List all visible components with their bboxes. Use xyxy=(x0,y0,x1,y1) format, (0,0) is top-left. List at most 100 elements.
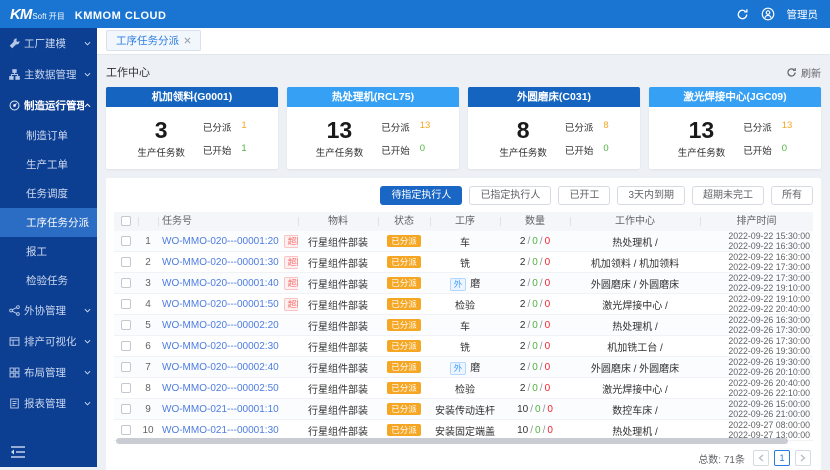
row-checkbox[interactable] xyxy=(121,362,131,372)
tab-close-icon[interactable] xyxy=(184,37,191,44)
qty-total: 10 xyxy=(517,404,528,415)
task-number-link[interactable]: WO-MMO-020---00002:40 xyxy=(162,362,279,373)
row-checkbox[interactable] xyxy=(121,299,131,309)
row-checkbox[interactable] xyxy=(121,257,131,267)
task-number-link[interactable]: WO-MMO-020---00001:50 xyxy=(162,299,279,310)
status-badge: 已分派 xyxy=(387,319,421,331)
sidebar-group-4[interactable]: 排产可视化 xyxy=(0,326,97,357)
schedule-time-cell: 2022-09-22 17:30:002022-09-22 19:10:00 xyxy=(700,273,813,293)
user-avatar-icon[interactable] xyxy=(761,7,775,21)
schedule-end-time: 2022-09-26 22:10:00 xyxy=(700,388,810,398)
workcenter-card[interactable]: 热处理机(RCL75)13生产任务数已分派13已开始0 xyxy=(287,87,459,169)
schedule-end-time: 2022-09-26 19:30:00 xyxy=(700,346,810,356)
workcenter-card-title: 激光焊接中心(JGC09) xyxy=(649,87,821,107)
material-cell: 行星组件部装 xyxy=(298,297,378,312)
workcenter-cell: 激光焊接中心 / xyxy=(570,381,700,396)
table-row[interactable]: 8WO-MMO-020---00002:50行星组件部装已分派检验2/0/0激光… xyxy=(114,378,813,399)
table-row[interactable]: 6WO-MMO-020---00002:30行星组件部装已分派铣2/0/0机加铣… xyxy=(114,336,813,357)
task-number-link[interactable]: WO-MMO-020---00002:50 xyxy=(162,383,279,394)
row-checkbox[interactable] xyxy=(121,236,131,246)
workcenter-card[interactable]: 激光焊接中心(JGC09)13生产任务数已分派13已开始0 xyxy=(649,87,821,169)
table-row[interactable]: 3WO-MMO-020---00001:40超期行星组件部装已分派外磨2/0/0… xyxy=(114,273,813,294)
page-1-button[interactable]: 1 xyxy=(774,450,790,466)
sidebar-group-3[interactable]: 外协管理 xyxy=(0,295,97,326)
column-header-5: 工作中心 xyxy=(570,212,700,231)
task-number-link[interactable]: WO-MMO-020---00001:20 xyxy=(162,236,279,247)
sidebar-group-5[interactable]: 布局管理 xyxy=(0,357,97,388)
select-all-checkbox[interactable] xyxy=(121,216,131,226)
workcenter-card[interactable]: 机加领料(G0001)3生产任务数已分派1已开始1 xyxy=(106,87,278,169)
material-cell: 行星组件部装 xyxy=(298,276,378,291)
filter-button-0[interactable]: 待指定执行人 xyxy=(380,186,462,205)
filter-button-3[interactable]: 3天内到期 xyxy=(617,186,685,205)
qty-done: 0 xyxy=(532,362,538,373)
task-number-link[interactable]: WO-MMO-021---00001:30 xyxy=(162,425,279,436)
table-row[interactable]: 5WO-MMO-020---00002:20行星组件部装已分派车2/0/0热处理… xyxy=(114,315,813,336)
table-row[interactable]: 9WO-MMO-021---00001:10行星组件部装已分派安装传动连杆10/… xyxy=(114,399,813,420)
sidebar-item-2[interactable]: 任务调度 xyxy=(0,179,97,208)
status-badge: 已分派 xyxy=(387,361,421,373)
table-row[interactable]: 2WO-MMO-020---00001:30超期行星组件部装已分派铣2/0/0机… xyxy=(114,252,813,273)
qty-separator: / xyxy=(540,341,543,352)
task-count: 13 xyxy=(316,118,364,142)
qty-scrap: 0 xyxy=(545,320,551,331)
workcenter-cell: 数控车床 / xyxy=(570,402,700,417)
schedule-start-time: 2022-09-26 20:40:00 xyxy=(700,378,810,388)
refresh-icon[interactable] xyxy=(736,8,749,21)
refresh-button[interactable]: 刷新 xyxy=(786,65,821,80)
horizontal-scrollbar[interactable] xyxy=(116,438,788,444)
schedule-time-cell: 2022-09-22 16:30:002022-09-22 17:30:00 xyxy=(700,252,813,272)
row-checkbox[interactable] xyxy=(121,320,131,330)
row-index: 3 xyxy=(138,278,158,289)
chevron-down-icon xyxy=(84,307,91,314)
filter-button-4[interactable]: 超期未完工 xyxy=(692,186,764,205)
table-row[interactable]: 4WO-MMO-020---00001:50超期行星组件部装已分派检验2/0/0… xyxy=(114,294,813,315)
app-logo: KM Soft 开目 KMMOM CLOUD xyxy=(0,6,166,23)
table-row[interactable]: 1WO-MMO-020---00001:20超期行星组件部装已分派车2/0/0热… xyxy=(114,231,813,252)
task-number-link[interactable]: WO-MMO-021---00001:10 xyxy=(162,404,279,415)
filter-button-2[interactable]: 已开工 xyxy=(558,186,610,205)
workcenter-card-title: 热处理机(RCL75) xyxy=(287,87,459,107)
table-row[interactable]: 7WO-MMO-020---00002:40行星组件部装已分派外磨2/0/0外圆… xyxy=(114,357,813,378)
sidebar-group-0[interactable]: 工厂建模 xyxy=(0,28,97,59)
task-number-link[interactable]: WO-MMO-020---00001:40 xyxy=(162,278,279,289)
filter-button-1[interactable]: 已指定执行人 xyxy=(469,186,551,205)
next-page-button[interactable] xyxy=(795,450,811,466)
task-number-link[interactable]: WO-MMO-020---00001:30 xyxy=(162,257,279,268)
qty-done: 0 xyxy=(532,236,538,247)
task-number-link[interactable]: WO-MMO-020---00002:20 xyxy=(162,320,279,331)
qty-separator: / xyxy=(540,320,543,331)
overdue-badge: 超期 xyxy=(284,277,298,290)
user-name[interactable]: 管理员 xyxy=(787,7,819,22)
row-checkbox[interactable] xyxy=(121,341,131,351)
sidebar-item-5[interactable]: 检验任务 xyxy=(0,266,97,295)
task-count-label: 生产任务数 xyxy=(499,145,547,159)
task-number-link[interactable]: WO-MMO-020---00002:30 xyxy=(162,341,279,352)
qty-scrap: 0 xyxy=(545,341,551,352)
started-label: 已开始 xyxy=(203,143,232,157)
workcenter-cell: 热处理机 / xyxy=(570,423,700,438)
filter-button-5[interactable]: 所有 xyxy=(771,186,813,205)
qty-separator: / xyxy=(527,236,530,247)
sidebar-group-1[interactable]: 主数据管理 xyxy=(0,59,97,90)
row-checkbox[interactable] xyxy=(121,425,131,435)
sidebar-item-4[interactable]: 报工 xyxy=(0,237,97,266)
workcenter-cell: 机加领料 / 机加领料 xyxy=(570,255,700,270)
row-checkbox[interactable] xyxy=(121,383,131,393)
sidebar-item-0[interactable]: 制造订单 xyxy=(0,121,97,150)
brand-title: KMMOM CLOUD xyxy=(75,10,167,22)
tab-process-task-dispatch[interactable]: 工序任务分派 xyxy=(106,30,201,51)
workcenter-card[interactable]: 外圆磨床(C031)8生产任务数已分派8已开始0 xyxy=(468,87,640,169)
collapse-sidebar-icon[interactable] xyxy=(10,445,26,459)
report-icon xyxy=(9,398,20,409)
row-checkbox[interactable] xyxy=(121,404,131,414)
sidebar-group-6[interactable]: 报表管理 xyxy=(0,388,97,419)
sidebar-item-1[interactable]: 生产工单 xyxy=(0,150,97,179)
sidebar-group-2[interactable]: 制造运行管理 xyxy=(0,90,97,121)
qty-separator: / xyxy=(543,425,546,436)
prev-page-button[interactable] xyxy=(753,450,769,466)
sidebar-item-3[interactable]: 工序任务分派 xyxy=(0,208,97,237)
total-count: 总数: 71条 xyxy=(698,451,745,466)
row-checkbox[interactable] xyxy=(121,278,131,288)
started-value: 0 xyxy=(420,143,425,157)
